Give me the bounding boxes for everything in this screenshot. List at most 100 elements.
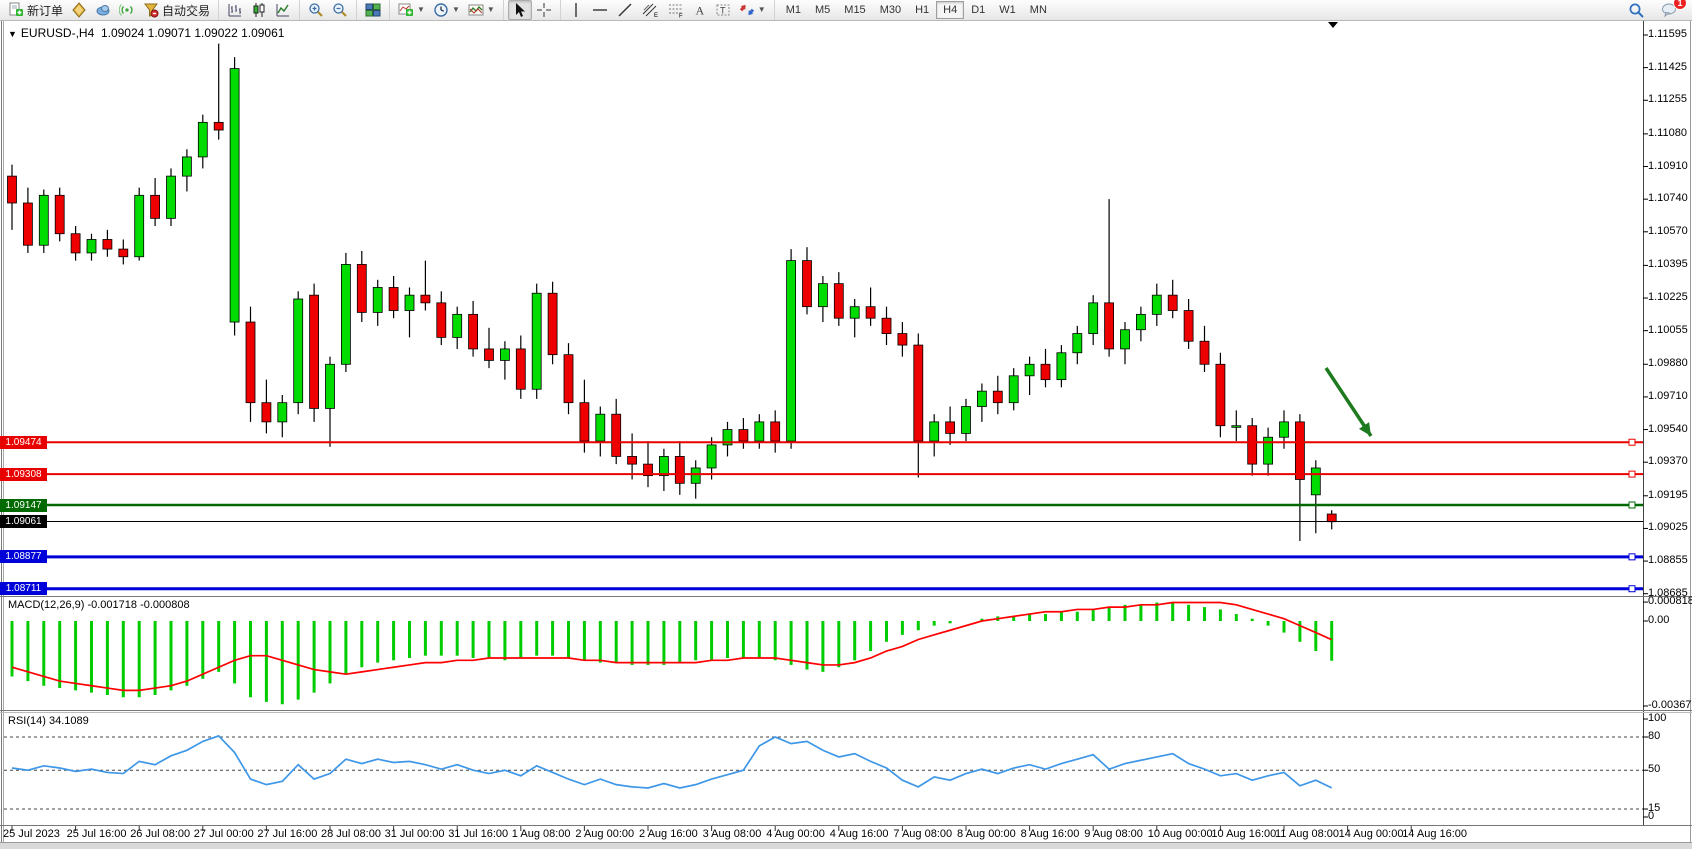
candle-body bbox=[612, 414, 621, 456]
new-order-icon bbox=[8, 2, 24, 18]
vertical-line-button[interactable] bbox=[565, 0, 587, 20]
cursor-icon bbox=[512, 2, 528, 18]
macd-scale-label: 0.000818 bbox=[1648, 595, 1692, 607]
price-axis-tick-label: 1.10910 bbox=[1648, 160, 1688, 172]
candle-body bbox=[437, 303, 446, 338]
time-axis-label: 2 Aug 16:00 bbox=[639, 828, 698, 840]
line-handle[interactable] bbox=[1629, 471, 1635, 477]
horizontal-line-button[interactable] bbox=[587, 0, 613, 20]
tile-windows-button[interactable] bbox=[361, 0, 385, 20]
timeframe-D1[interactable]: D1 bbox=[964, 1, 992, 19]
timeframe-MN[interactable]: MN bbox=[1023, 1, 1054, 19]
candlestick-icon bbox=[251, 2, 267, 18]
timeframe-W1[interactable]: W1 bbox=[992, 1, 1023, 19]
clock-icon bbox=[433, 2, 449, 18]
hline-price-label: 1.08711 bbox=[0, 582, 47, 595]
new-chart-button[interactable]: ▼ bbox=[394, 0, 429, 20]
candle-body bbox=[357, 264, 366, 312]
candle-body bbox=[1200, 341, 1209, 364]
rsi-scale-label: 80 bbox=[1648, 730, 1660, 742]
crosshair-icon bbox=[536, 2, 552, 18]
line-handle[interactable] bbox=[1629, 502, 1635, 508]
bar-chart-button[interactable] bbox=[223, 0, 247, 20]
time-axis-label: 3 Aug 08:00 bbox=[703, 828, 762, 840]
period-button[interactable]: ▼ bbox=[429, 0, 464, 20]
time-axis-label: 8 Aug 00:00 bbox=[957, 828, 1016, 840]
time-axis-label: 26 Jul 08:00 bbox=[130, 828, 190, 840]
cursor-button[interactable] bbox=[508, 0, 532, 20]
templates-button[interactable]: ▼ bbox=[464, 0, 499, 20]
candle-body bbox=[182, 157, 191, 176]
zoom-in-button[interactable] bbox=[304, 0, 328, 20]
candle-body bbox=[23, 203, 32, 245]
notifications-button[interactable]: 1 bbox=[1657, 0, 1682, 20]
timeframe-M1[interactable]: M1 bbox=[779, 1, 808, 19]
candle-body bbox=[8, 176, 17, 203]
line-handle[interactable] bbox=[1629, 586, 1635, 592]
trendline-button[interactable] bbox=[613, 0, 637, 20]
template-icon bbox=[468, 2, 484, 18]
candle-body bbox=[1327, 514, 1336, 522]
fibonacci-button[interactable]: F bbox=[663, 0, 689, 20]
autotrading-button[interactable]: 自动交易 bbox=[139, 0, 214, 20]
candle-body bbox=[564, 355, 573, 403]
candle-body bbox=[628, 456, 637, 464]
toolbar-group-charttype bbox=[218, 0, 299, 20]
toolbar-group-cursor bbox=[503, 0, 560, 20]
chevron-down-icon: ▼ bbox=[417, 6, 425, 14]
tile-windows-icon bbox=[365, 2, 381, 18]
mql5-community-button[interactable] bbox=[91, 0, 115, 20]
candle-body bbox=[246, 322, 255, 403]
signals-button[interactable] bbox=[115, 0, 139, 20]
new-order-button[interactable]: 新订单 bbox=[4, 0, 67, 20]
time-axis-label: 7 Aug 08:00 bbox=[893, 828, 952, 840]
time-axis-label: 25 Jul 16:00 bbox=[67, 828, 127, 840]
timeframe-H1[interactable]: H1 bbox=[908, 1, 936, 19]
line-handle[interactable] bbox=[1629, 439, 1635, 445]
candle-body bbox=[469, 314, 478, 349]
time-axis-label: 31 Jul 16:00 bbox=[448, 828, 508, 840]
candle-body bbox=[1216, 364, 1225, 425]
rsi-scale-label: 0 bbox=[1648, 810, 1654, 822]
current-price-label: 1.09061 bbox=[0, 515, 47, 528]
arrows-button[interactable]: ▼ bbox=[735, 0, 770, 20]
timeframe-H4[interactable]: H4 bbox=[936, 1, 964, 19]
equidistant-channel-button[interactable]: E bbox=[637, 0, 663, 20]
timeframe-M5[interactable]: M5 bbox=[808, 1, 837, 19]
zoom-out-button[interactable] bbox=[328, 0, 352, 20]
candle-body bbox=[1089, 303, 1098, 334]
candle-body bbox=[596, 414, 605, 441]
window-bottom-strip bbox=[0, 842, 1692, 849]
text-label-button[interactable]: T bbox=[711, 0, 735, 20]
candle-body bbox=[532, 293, 541, 389]
crosshair-button[interactable] bbox=[532, 0, 556, 20]
toolbar-group-zoom bbox=[299, 0, 356, 20]
text-button[interactable]: A bbox=[689, 0, 711, 20]
candle-body bbox=[1121, 330, 1130, 349]
candle-body bbox=[1105, 303, 1114, 349]
toolbar-group-windows bbox=[356, 0, 389, 20]
chevron-down-icon: ▼ bbox=[487, 6, 495, 14]
price-axis-tick-label: 1.11425 bbox=[1648, 61, 1687, 73]
line-chart-button[interactable] bbox=[271, 0, 295, 20]
price-chart-canvas[interactable] bbox=[0, 0, 1692, 849]
chart-header: ▼EURUSD-,H4 1.09024 1.09071 1.09022 1.09… bbox=[8, 26, 284, 40]
search-button[interactable] bbox=[1624, 0, 1649, 20]
fibonacci-icon: F bbox=[667, 2, 685, 18]
price-axis-tick-label: 1.10395 bbox=[1648, 258, 1688, 270]
time-axis-label: 31 Jul 00:00 bbox=[385, 828, 445, 840]
price-axis-tick-label: 1.09195 bbox=[1648, 489, 1688, 501]
zoom-out-icon bbox=[332, 2, 348, 18]
rsi-scale-label: 50 bbox=[1648, 763, 1660, 775]
candle-body bbox=[850, 307, 859, 319]
chart-shift-marker bbox=[1328, 22, 1338, 28]
candle-body bbox=[1184, 311, 1193, 342]
timeframe-M30[interactable]: M30 bbox=[873, 1, 908, 19]
metaeditor-button[interactable] bbox=[67, 0, 91, 20]
svg-text:T: T bbox=[720, 6, 726, 16]
candle-body bbox=[882, 318, 891, 333]
line-handle[interactable] bbox=[1629, 554, 1635, 560]
timeframe-M15[interactable]: M15 bbox=[837, 1, 872, 19]
candlestick-chart-button[interactable] bbox=[247, 0, 271, 20]
collapse-icon[interactable]: ▼ bbox=[8, 29, 17, 39]
